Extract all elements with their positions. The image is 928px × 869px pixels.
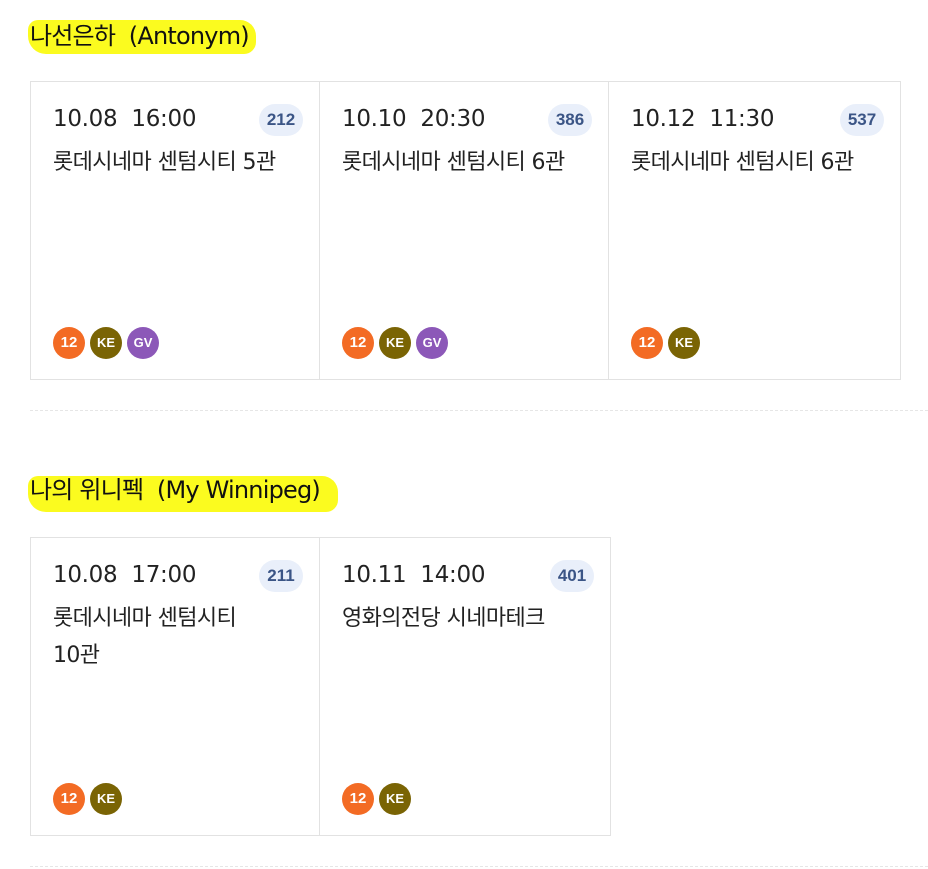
screening-badges: 12 KE bbox=[631, 327, 705, 359]
screening-grid: 10.08 16:00 212 롯데시네마 센텀시티 5관 12 KE GV 1… bbox=[30, 81, 901, 380]
age-12-badge: 12 bbox=[53, 327, 85, 359]
screening-datetime: 10.11 14:00 bbox=[342, 562, 485, 588]
ke-badge: KE bbox=[379, 783, 411, 815]
screening-date: 10.12 bbox=[631, 106, 696, 132]
screening-card[interactable]: 10.10 20:30 386 롯데시네마 센텀시티 6관 12 KE GV bbox=[319, 81, 609, 380]
screening-time: 16:00 bbox=[131, 106, 197, 132]
screening-badges: 12 KE GV bbox=[342, 327, 453, 359]
screening-time: 11:30 bbox=[709, 106, 775, 132]
screening-card[interactable]: 10.08 17:00 211 롯데시네마 센텀시티 10관 12 KE bbox=[30, 537, 320, 836]
screening-code-badge: 212 bbox=[259, 104, 303, 136]
screening-grid: 10.08 17:00 211 롯데시네마 센텀시티 10관 12 KE 10.… bbox=[30, 537, 611, 836]
screening-venue: 롯데시네마 센텀시티 10관 bbox=[53, 606, 237, 668]
age-12-badge: 12 bbox=[53, 783, 85, 815]
film-title-english: (Antonym) bbox=[128, 22, 250, 50]
screening-badges: 12 KE GV bbox=[53, 327, 164, 359]
screening-date: 10.08 bbox=[53, 562, 118, 588]
screening-badges: 12 KE bbox=[342, 783, 416, 815]
screening-code-badge: 386 bbox=[548, 104, 592, 136]
screening-datetime: 10.08 17:00 bbox=[53, 562, 196, 588]
screening-date: 10.10 bbox=[342, 106, 407, 132]
screening-date: 10.11 bbox=[342, 562, 407, 588]
screening-venue: 영화의전당 시네마테크 bbox=[342, 606, 545, 631]
screening-card[interactable]: 10.11 14:00 401 영화의전당 시네마테크 12 KE bbox=[319, 537, 611, 836]
screening-card[interactable]: 10.12 11:30 537 롯데시네마 센텀시티 6관 12 KE bbox=[608, 81, 901, 380]
screening-code-badge: 537 bbox=[840, 104, 884, 136]
screening-datetime: 10.12 11:30 bbox=[631, 106, 774, 132]
screening-datetime: 10.10 20:30 bbox=[342, 106, 485, 132]
film-title-english: (My Winnipeg) bbox=[156, 476, 321, 504]
ke-badge: KE bbox=[379, 327, 411, 359]
ke-badge: KE bbox=[90, 783, 122, 815]
screening-badges: 12 KE bbox=[53, 783, 127, 815]
gv-badge: GV bbox=[416, 327, 448, 359]
section-divider bbox=[30, 866, 928, 867]
gv-badge: GV bbox=[127, 327, 159, 359]
age-12-badge: 12 bbox=[342, 783, 374, 815]
screening-datetime: 10.08 16:00 bbox=[53, 106, 196, 132]
ke-badge: KE bbox=[90, 327, 122, 359]
screening-card[interactable]: 10.08 16:00 212 롯데시네마 센텀시티 5관 12 KE GV bbox=[30, 81, 320, 380]
screening-time: 17:00 bbox=[131, 562, 197, 588]
section-divider bbox=[30, 410, 928, 411]
screening-code-badge: 211 bbox=[259, 560, 303, 592]
screening-venue: 롯데시네마 센텀시티 6관 bbox=[342, 150, 565, 175]
film-title[interactable]: 나의 위니펙 (My Winnipeg) bbox=[28, 468, 338, 512]
screening-time: 14:00 bbox=[420, 562, 486, 588]
age-12-badge: 12 bbox=[342, 327, 374, 359]
film-title[interactable]: 나선은하 (Antonym) bbox=[28, 14, 256, 58]
screening-date: 10.08 bbox=[53, 106, 118, 132]
film-title-korean: 나의 위니펙 bbox=[30, 476, 144, 504]
screening-time: 20:30 bbox=[420, 106, 486, 132]
film-title-korean: 나선은하 bbox=[30, 22, 116, 50]
screening-venue: 롯데시네마 센텀시티 6관 bbox=[631, 150, 854, 175]
screening-venue: 롯데시네마 센텀시티 5관 bbox=[53, 150, 276, 175]
age-12-badge: 12 bbox=[631, 327, 663, 359]
ke-badge: KE bbox=[668, 327, 700, 359]
screening-code-badge: 401 bbox=[550, 560, 594, 592]
